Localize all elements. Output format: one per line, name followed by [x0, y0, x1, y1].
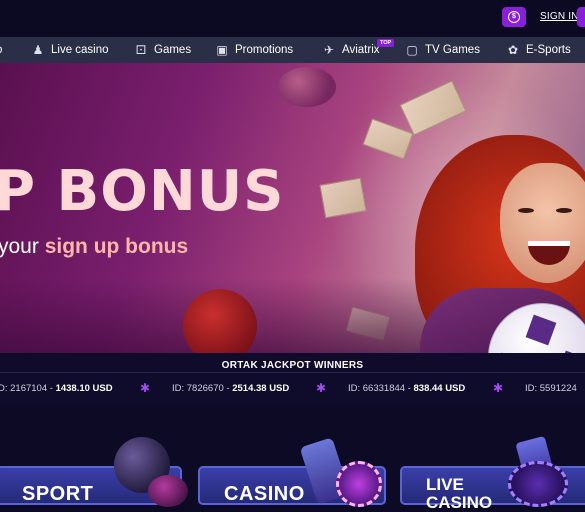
nav-item-tv-games[interactable]: ▢ TV Games	[405, 37, 480, 63]
jackpot-heading: ORTAK JACKPOT WINNERS	[221, 360, 364, 371]
jackpot-winners: ORTAK JACKPOT WINNERS D: 2167104 - 1438.…	[0, 353, 585, 403]
divider	[0, 372, 585, 373]
jackpot-entry: D: 2167104 - 1438.10 USD	[0, 383, 113, 394]
currency-button[interactable]: $	[502, 7, 526, 27]
nav-item-label: Promotions	[235, 44, 294, 56]
sign-up-button[interactable]	[577, 7, 585, 27]
nav-item-live-casino[interactable]: ♟ Live casino	[31, 37, 109, 63]
hero-banner[interactable]: P BONUS your sign up bonus	[0, 63, 585, 353]
red-ball-graphic	[183, 289, 257, 353]
category-label: CASINO	[224, 483, 305, 505]
woman-face-graphic	[500, 163, 585, 283]
star-separator-icon: ✱	[140, 381, 151, 395]
nav-item-label: E-Sports	[526, 44, 571, 56]
esports-icon: ✿	[507, 43, 519, 57]
main-nav: o ♟ Live casino ⚀ Games ▣ Promotions ✈ A…	[0, 37, 585, 63]
nav-item-label: Games	[154, 44, 192, 56]
roulette-icon	[508, 461, 568, 507]
category-cards: SPORT CASINO LIVE CASINO	[0, 403, 585, 512]
eye-graphic	[518, 208, 534, 213]
hero-subtitle-highlight: sign up bonus	[44, 235, 189, 258]
nav-item-partial[interactable]: o	[0, 37, 2, 63]
jackpot-entry-amount: 2514.38 USD	[232, 383, 290, 394]
sign-in-link[interactable]: SIGN IN	[540, 11, 579, 22]
money-bill-graphic	[319, 177, 367, 219]
tv-icon: ▢	[406, 43, 418, 57]
nav-item-label: Aviatrix	[342, 44, 380, 56]
jackpot-entry: ID: 5591224	[525, 383, 577, 394]
jackpot-entry: ID: 7826670 - 2514.38 USD	[172, 383, 289, 394]
jackpot-entry-id: ID: 66331844 -	[348, 383, 411, 394]
category-label-line2: CASINO	[426, 493, 493, 512]
nav-item-aviatrix[interactable]: ✈ Aviatrix	[322, 37, 380, 63]
nav-item-label: Live casino	[51, 44, 109, 56]
jackpot-entry-id: ID: 7826670 -	[172, 383, 230, 394]
eye-graphic	[556, 208, 572, 213]
top-badge: TOP	[377, 39, 395, 47]
category-label: SPORT	[22, 483, 94, 505]
nav-item-label: TV Games	[425, 44, 480, 56]
jackpot-entry: ID: 66331844 - 838.44 USD	[348, 383, 465, 394]
jackpot-ticker: D: 2167104 - 1438.10 USD ✱ ID: 7826670 -…	[0, 381, 585, 397]
category-label: LIVE CASINO	[426, 476, 492, 512]
top-bar: $ SIGN IN	[0, 0, 585, 37]
nav-item-esports[interactable]: ✿ E-Sports	[506, 37, 571, 63]
jackpot-entry-id: D: 2167104 -	[0, 383, 53, 394]
category-label-line1: LIVE	[426, 475, 464, 494]
jackpot-entry-amount: 1438.10 USD	[55, 383, 113, 394]
nav-item-promotions[interactable]: ▣ Promotions	[215, 37, 293, 63]
dice-icon: ⚀	[135, 43, 147, 57]
jackpot-entry-amount: 838.44 USD	[413, 383, 466, 394]
dollar-coin-icon: $	[508, 11, 520, 23]
chip-icon	[336, 461, 382, 507]
dealer-icon: ♟	[32, 43, 44, 57]
hero-subtitle-text: your	[0, 235, 45, 258]
hero-subtitle: your sign up bonus	[0, 235, 188, 259]
hero-title: P BONUS	[0, 159, 285, 224]
star-separator-icon: ✱	[493, 381, 504, 395]
jackpot-entry-id: ID: 5591224	[525, 383, 577, 394]
star-separator-icon: ✱	[316, 381, 327, 395]
nav-item-games[interactable]: ⚀ Games	[134, 37, 191, 63]
gift-icon: ▣	[216, 43, 228, 57]
ball-graphic	[278, 67, 336, 107]
ball-icon	[148, 475, 188, 507]
plane-icon: ✈	[323, 43, 335, 57]
